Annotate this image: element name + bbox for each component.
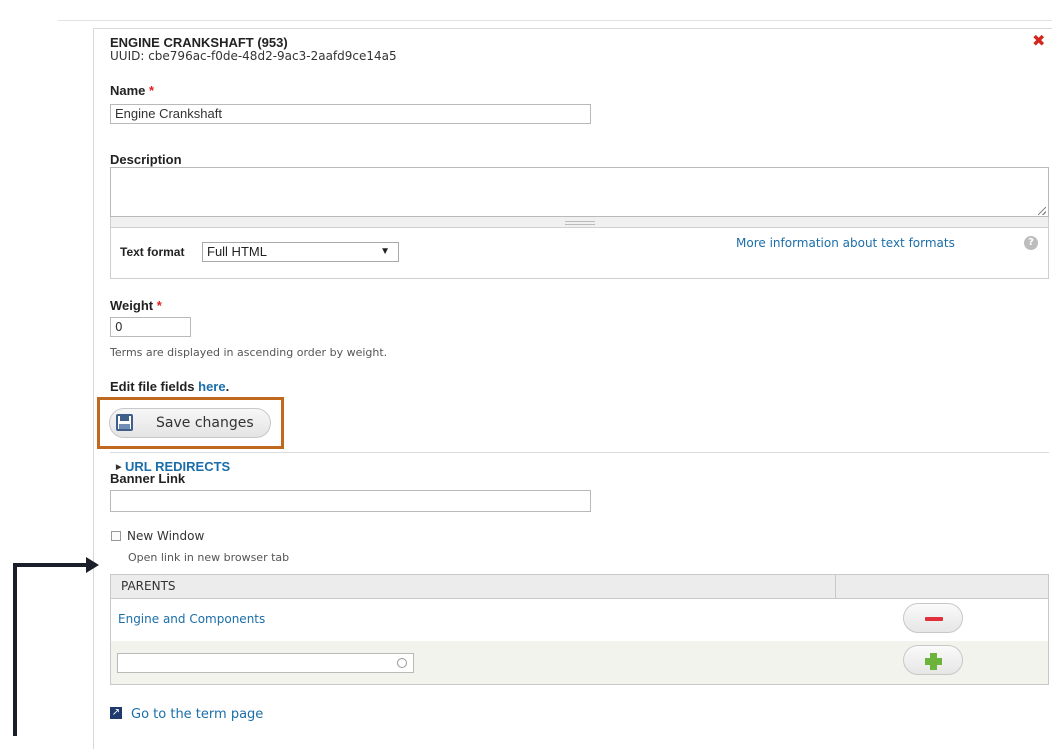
description-textarea[interactable] [110,167,1049,217]
plus-icon-bar [925,658,942,665]
grippie-lines [565,221,595,225]
edit-file-fields-suffix: . [225,379,230,394]
floppy-disk-icon [116,414,133,431]
new-parent-row [111,641,1048,684]
required-marker: * [149,83,155,98]
weight-input[interactable]: 0 [110,317,191,337]
banner-link-input[interactable] [110,490,591,512]
add-parent-button[interactable] [903,645,963,675]
text-format-select[interactable]: Full HTML ▼ [202,242,399,262]
parents-table: PARENTS Engine and Components [110,574,1049,685]
weight-label-text: Weight [110,298,154,313]
parents-header-label: PARENTS [121,579,176,593]
text-format-selected: Full HTML [207,244,267,259]
section-divider [110,452,1049,453]
term-uuid: UUID: cbe796ac-f0de-48d2-9ac3-2aafd9ce14… [110,49,397,63]
new-window-help-text: Open link in new browser tab [128,551,290,564]
minus-icon [925,617,943,621]
edit-file-fields-prefix: Edit file fields [110,379,195,394]
weight-help-text: Terms are displayed in ascending order b… [110,346,388,359]
text-format-label: Text format [120,245,185,259]
floppy-shutter [120,416,129,421]
header-column-divider [835,575,836,598]
remove-parent-button[interactable] [903,603,963,633]
new-window-label[interactable]: New Window [127,529,204,543]
help-icon[interactable]: ? [1024,236,1038,250]
more-info-text-formats-link[interactable]: More information about text formats [736,236,955,250]
floppy-label [119,424,130,429]
edit-file-fields-here-link[interactable]: here [198,379,225,394]
top-divider [58,20,1052,21]
annotation-arrow-line-horizontal [13,563,89,567]
edit-file-fields-text: Edit file fields here. [110,379,229,394]
description-label: Description [110,152,182,167]
save-changes-label: Save changes [156,415,254,431]
autocomplete-throbber-icon [397,658,407,668]
name-input[interactable]: Engine Crankshaft [110,104,591,124]
new-window-checkbox[interactable] [111,531,121,541]
weight-label: Weight * [110,298,162,313]
triangle-right-icon: ▶ [116,464,122,471]
banner-link-label: Banner Link [110,471,186,486]
parent-term-link[interactable]: Engine and Components [118,612,265,626]
required-marker: * [156,298,162,313]
parent-autocomplete-input[interactable] [117,653,414,673]
annotation-arrow-line [13,565,17,736]
save-changes-button[interactable]: Save changes [109,408,271,438]
external-link-icon: ↗ [110,707,122,719]
parents-table-header: PARENTS [111,575,1048,599]
annotation-arrowhead [86,557,99,573]
dropdown-arrow-icon: ▼ [380,246,390,257]
term-title: ENGINE CRANKSHAFT (953) [110,35,288,50]
resize-handle-icon[interactable] [1038,207,1046,215]
name-label: Name * [110,83,154,98]
name-label-text: Name [110,83,146,98]
go-to-term-page-link[interactable]: Go to the term page [131,707,263,722]
close-icon[interactable]: ✖ [1032,33,1045,49]
textarea-grippie[interactable] [110,217,1049,228]
